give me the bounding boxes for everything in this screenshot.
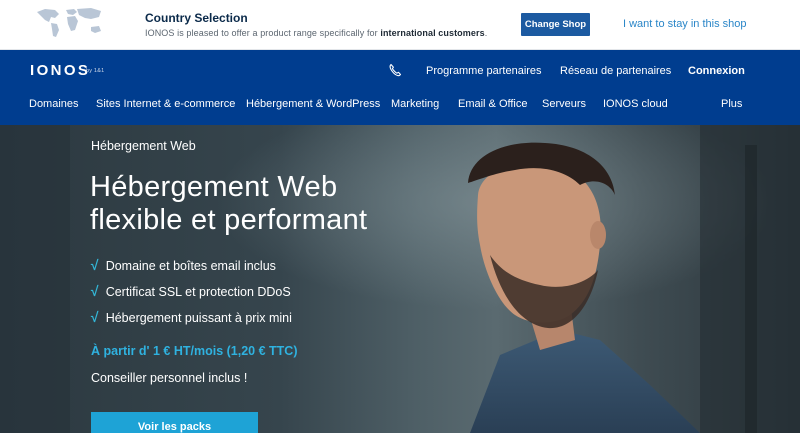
country-selection-text-bold: international customers bbox=[380, 28, 485, 38]
hero-content: Hébergement Web Hébergement Web flexible… bbox=[0, 125, 800, 433]
feature-bullet: √ Certificat SSL et protection DDoS bbox=[90, 283, 291, 299]
check-icon: √ bbox=[90, 257, 98, 273]
menu-item-domaines[interactable]: Domaines bbox=[29, 98, 79, 110]
menu-item-hebergement[interactable]: Hébergement & WordPress bbox=[246, 98, 380, 110]
partner-network-link[interactable]: Réseau de partenaires bbox=[560, 65, 671, 77]
hero-headline: Hébergement Web flexible et performant bbox=[90, 171, 367, 237]
feature-bullet-text: Hébergement puissant à prix mini bbox=[105, 311, 292, 325]
feature-bullet: √ Hébergement puissant à prix mini bbox=[90, 309, 292, 325]
country-selection-text: IONOS is pleased to offer a product rang… bbox=[145, 28, 487, 38]
hero-section: Hébergement Web Hébergement Web flexible… bbox=[0, 125, 800, 433]
hero-headline-line2: flexible et performant bbox=[90, 204, 368, 236]
advisor-text: Conseiller personnel inclus ! bbox=[91, 371, 248, 385]
partner-program-link[interactable]: Programme partenaires bbox=[426, 65, 542, 77]
check-icon: √ bbox=[90, 283, 98, 299]
menu-item-serveurs[interactable]: Serveurs bbox=[542, 98, 586, 110]
menu-item-marketing[interactable]: Marketing bbox=[391, 98, 439, 110]
hero-headline-line1: Hébergement Web bbox=[90, 171, 338, 203]
menu-item-sites-internet[interactable]: Sites Internet & e-commerce bbox=[96, 98, 235, 110]
menu-item-ionos-cloud[interactable]: IONOS cloud bbox=[603, 98, 668, 110]
login-link[interactable]: Connexion bbox=[688, 65, 745, 77]
stay-in-shop-link[interactable]: I want to stay in this shop bbox=[623, 18, 747, 30]
menu-item-email-office[interactable]: Email & Office bbox=[458, 98, 528, 110]
phone-icon[interactable] bbox=[388, 63, 402, 77]
country-selection-text-suffix: . bbox=[484, 28, 488, 38]
main-navigation: IONOS by 1&1 Programme partenaires Résea… bbox=[0, 50, 800, 125]
change-shop-button[interactable]: Change Shop bbox=[521, 13, 590, 36]
country-selection-banner: Country Selection IONOS is pleased to of… bbox=[0, 0, 800, 50]
hero-eyebrow: Hébergement Web bbox=[91, 139, 196, 153]
world-map-icon bbox=[37, 8, 101, 37]
ionos-logo-by: by 1&1 bbox=[86, 68, 105, 74]
country-selection-title: Country Selection bbox=[145, 11, 248, 25]
feature-bullet: √ Domaine et boîtes email inclus bbox=[90, 257, 276, 273]
feature-bullet-text: Certificat SSL et protection DDoS bbox=[105, 285, 291, 299]
ionos-logo[interactable]: IONOS bbox=[30, 62, 90, 79]
price-text: À partir d' 1 € HT/mois (1,20 € TTC) bbox=[91, 344, 298, 358]
country-selection-text-prefix: IONOS is pleased to offer a product rang… bbox=[145, 28, 381, 38]
feature-bullet-text: Domaine et boîtes email inclus bbox=[105, 259, 276, 273]
view-packs-button[interactable]: Voir les packs bbox=[91, 412, 258, 433]
check-icon: √ bbox=[90, 309, 98, 325]
menu-item-plus[interactable]: Plus bbox=[721, 98, 742, 110]
